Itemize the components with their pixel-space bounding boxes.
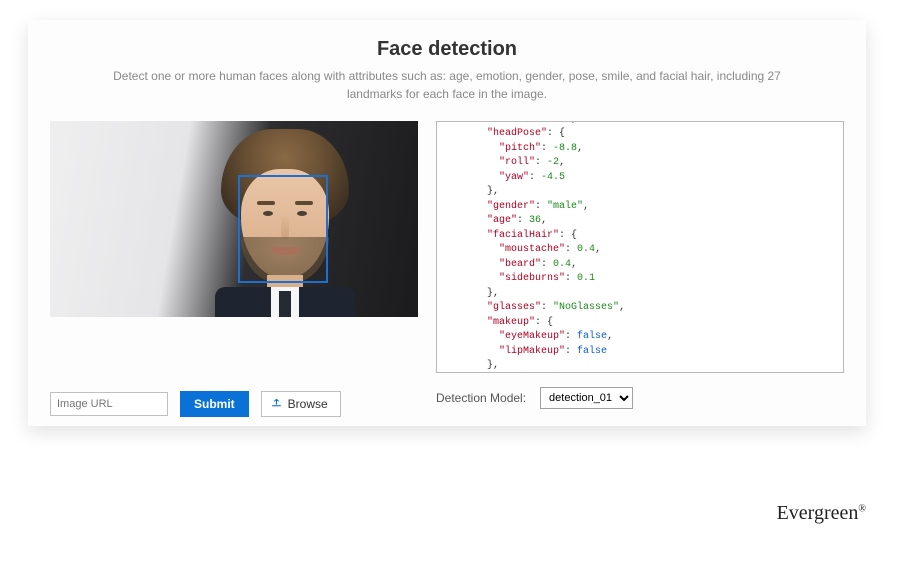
detection-model-label: Detection Model:: [436, 391, 526, 405]
json-output[interactable]: }, "smile": 0.829, "headPose": { "pitch"…: [436, 121, 844, 373]
face-detection-panel: Face detection Detect one or more human …: [28, 20, 866, 426]
image-url-input[interactable]: [50, 392, 168, 416]
input-image: [50, 121, 418, 317]
page-title: Face detection: [28, 38, 866, 61]
submit-button[interactable]: Submit: [180, 391, 249, 417]
detection-model-select[interactable]: detection_01: [540, 387, 633, 409]
browse-button[interactable]: Browse: [261, 391, 341, 417]
browse-label: Browse: [288, 397, 328, 411]
face-bounding-box: [238, 175, 328, 283]
watermark: Evergreen®: [777, 502, 866, 525]
page-subtitle: Detect one or more human faces along wit…: [97, 67, 797, 103]
upload-icon: [270, 396, 283, 412]
